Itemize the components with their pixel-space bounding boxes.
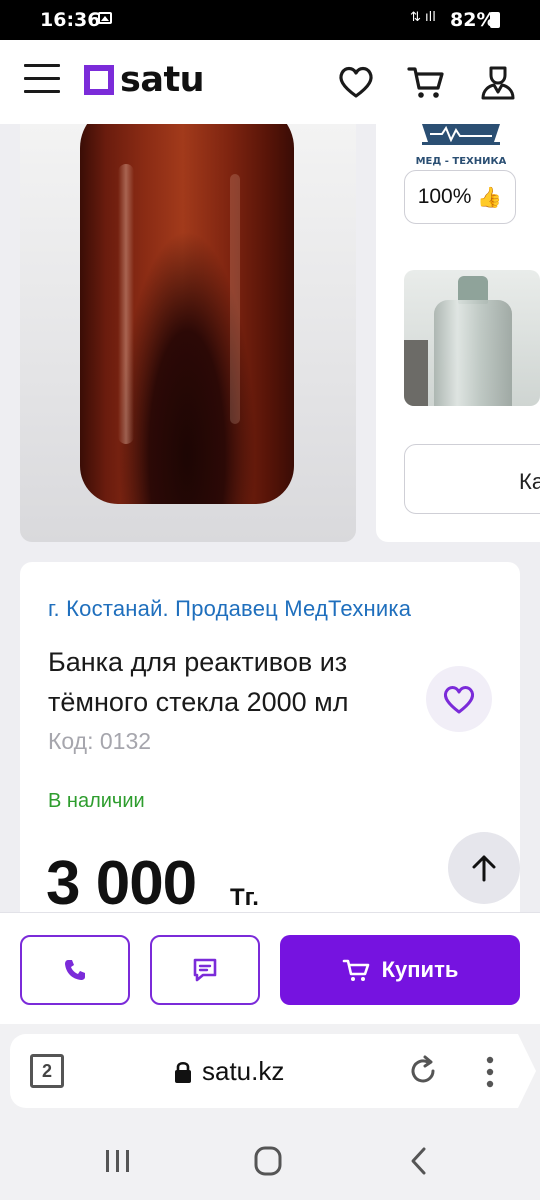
add-to-favorites-button[interactable]: [426, 666, 492, 732]
address-bar[interactable]: 2 satu.kz: [10, 1034, 536, 1108]
seller-link-text: г. Костанай. Продавец МедТехника: [48, 596, 412, 621]
browser-toolbar: 2 satu.kz: [0, 1024, 540, 1120]
arrow-up-icon: [472, 855, 496, 882]
product-code: Код: 0132: [48, 728, 152, 754]
buy-button[interactable]: Купить: [280, 935, 520, 1005]
heart-icon: [443, 686, 475, 714]
clear-bottle-image: [434, 300, 512, 406]
product-title: Банка для реактивов из тёмного стекла 20…: [48, 647, 349, 717]
cart-icon[interactable]: [406, 62, 446, 102]
tabs-count-button[interactable]: 2: [30, 1054, 64, 1088]
rating-value: 100%: [417, 185, 472, 208]
url-text: satu.kz: [202, 1056, 285, 1086]
more-options-icon[interactable]: [480, 1052, 500, 1092]
logo-text: satu: [120, 60, 205, 100]
bottom-action-bar: Купить: [0, 912, 540, 1024]
recent-apps-icon[interactable]: [98, 1146, 138, 1176]
satu-logo[interactable]: satu: [84, 60, 205, 100]
main-product-photo[interactable]: [20, 124, 356, 542]
product-thumbnail[interactable]: [404, 270, 540, 406]
seller-side-panel: МЕД - ТЕХНИКА 100% 👍 Ка: [376, 124, 540, 542]
seller-logo[interactable]: МЕД - ТЕХНИКА: [416, 124, 506, 168]
message-icon: [193, 958, 217, 982]
lock-icon: [175, 1061, 191, 1083]
back-icon[interactable]: [400, 1146, 440, 1176]
system-navigation-bar: [0, 1120, 540, 1200]
favorites-heart-icon[interactable]: [336, 62, 376, 102]
gallery-notification-icon: [98, 12, 112, 24]
home-icon[interactable]: [248, 1146, 288, 1176]
side-panel-button[interactable]: Ка: [404, 444, 540, 514]
menu-icon[interactable]: [24, 64, 60, 98]
status-time: 16:36: [40, 9, 101, 31]
message-seller-button[interactable]: [150, 935, 260, 1005]
profile-icon[interactable]: [478, 62, 518, 102]
product-gallery: МЕД - ТЕХНИКА 100% 👍 Ка: [0, 124, 540, 554]
availability-status: В наличии: [48, 790, 145, 812]
seller-rating-badge[interactable]: 100% 👍: [404, 170, 516, 224]
network-signal-icon: ⇅ ıll: [410, 10, 436, 25]
buy-button-label: Купить: [381, 957, 459, 982]
logo-square-icon: [84, 65, 114, 95]
reload-icon[interactable]: [406, 1054, 440, 1088]
seller-logo-text: МЕД - ТЕХНИКА: [416, 156, 506, 167]
scroll-to-top-button[interactable]: [448, 832, 520, 904]
app-header: satu: [0, 40, 540, 124]
call-seller-button[interactable]: [20, 935, 130, 1005]
battery-icon: [490, 12, 500, 28]
product-info-card: г. Костанай. Продавец МедТехника Банка д…: [20, 562, 520, 922]
phone-icon: [65, 960, 85, 980]
status-bar: 16:36 ⇅ ıll 82%: [0, 0, 540, 40]
seller-link[interactable]: г. Костанай. Продавец МедТехника: [48, 596, 498, 622]
product-price: 3 000: [46, 849, 197, 918]
battery-percentage: 82%: [450, 9, 496, 31]
cart-icon: [342, 959, 369, 981]
side-panel-button-label: Ка: [519, 469, 540, 494]
price-currency: Тг.: [230, 884, 259, 911]
thumbs-up-icon: 👍: [477, 186, 503, 209]
amber-bottle-image: [80, 124, 294, 504]
